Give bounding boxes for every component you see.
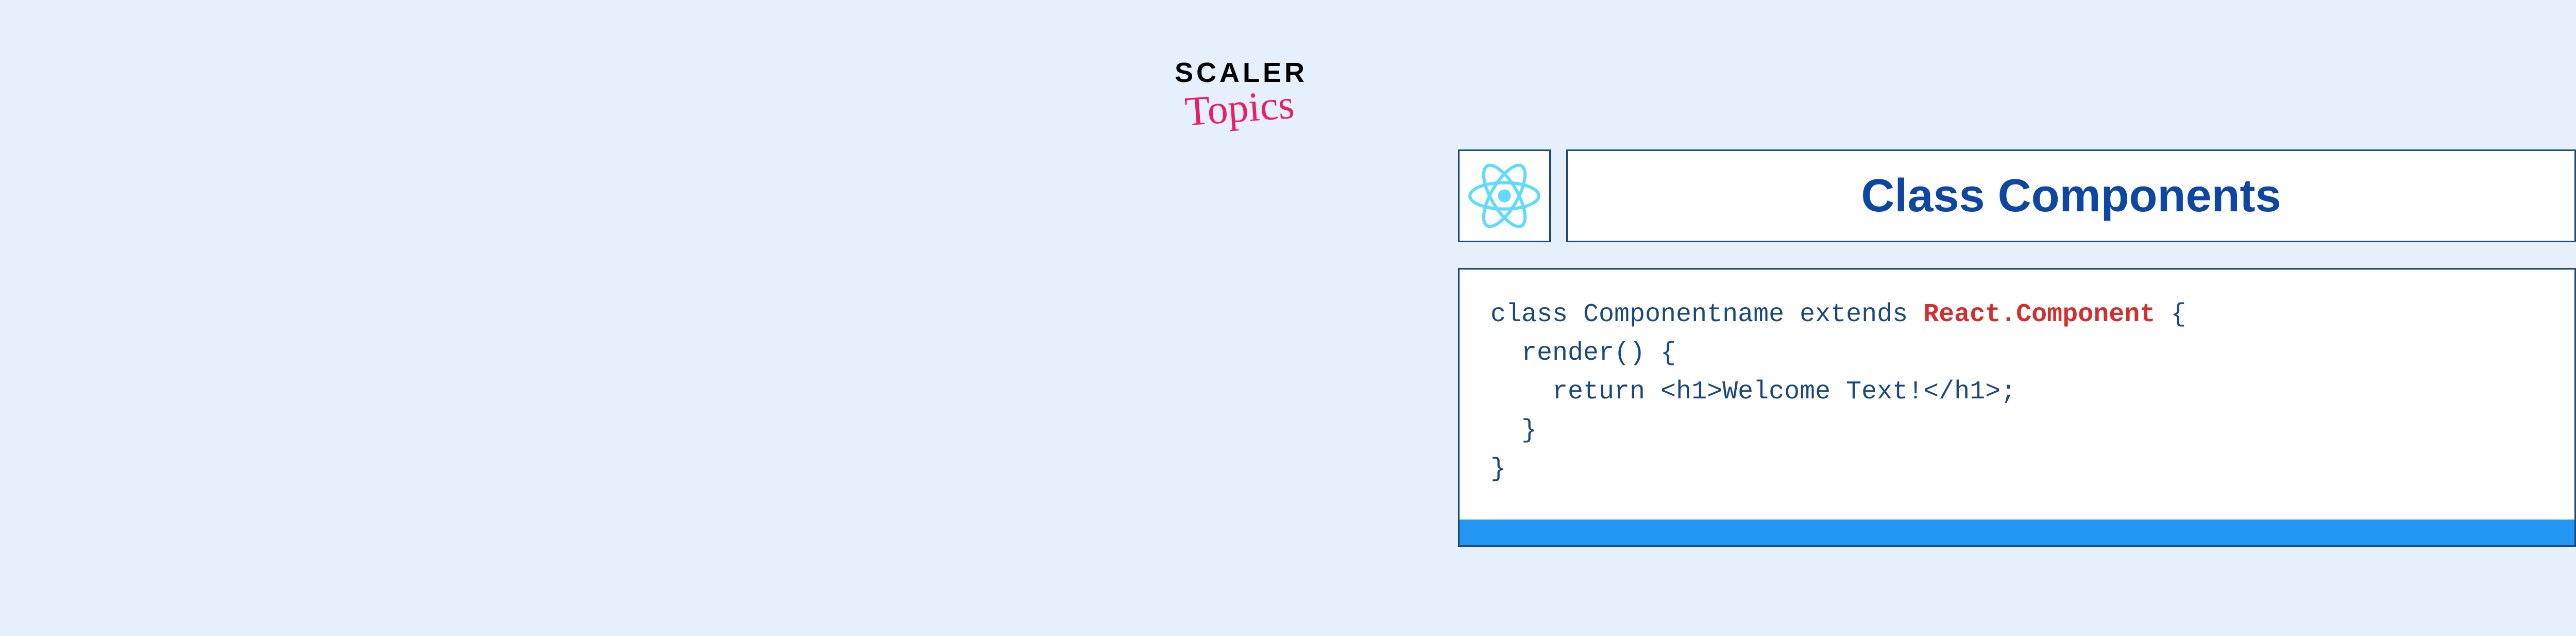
code-footer-bar (1460, 520, 2574, 545)
code-line-1-highlight: React.Component (1923, 300, 2155, 329)
react-icon-box (1458, 149, 1551, 242)
code-line-1-prefix: class Componentname extends (1490, 300, 1923, 329)
title-text: Class Components (1861, 170, 2281, 223)
title-box: Class Components (1566, 149, 2576, 242)
code-line-1-suffix: { (2155, 300, 2186, 329)
code-content: class Componentname extends React.Compon… (1460, 270, 2574, 520)
code-line-5: } (1490, 455, 1506, 484)
brand-logo-sub: Topics (1183, 81, 1296, 136)
code-line-4: } (1490, 416, 1537, 445)
react-icon (1468, 160, 1540, 232)
code-box: class Componentname extends React.Compon… (1458, 268, 2576, 547)
header-row: Class Components (1458, 149, 2576, 242)
code-line-2: render() { (1490, 339, 1676, 368)
code-line-3: return <h1>Welcome Text!</h1>; (1490, 377, 2016, 407)
